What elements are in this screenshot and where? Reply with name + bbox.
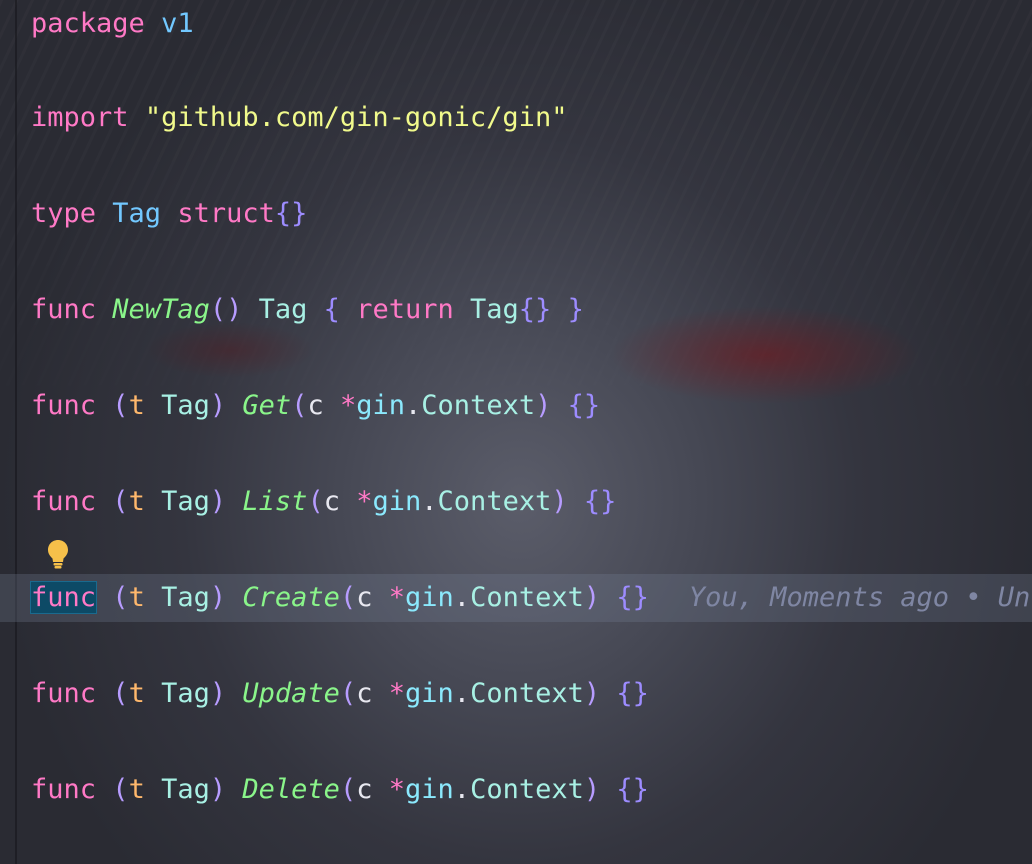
receiver-name: t bbox=[128, 486, 145, 517]
receiver-type: Tag bbox=[161, 582, 210, 613]
package-ref: gin bbox=[372, 486, 422, 517]
keyword-package: package bbox=[31, 8, 145, 39]
code-editor[interactable]: package v1 import "github.com/gin-gonic/… bbox=[0, 0, 1032, 864]
dot: . bbox=[453, 774, 471, 805]
method-name: Delete bbox=[242, 774, 340, 805]
method-name: Update bbox=[242, 678, 340, 709]
receiver-name: t bbox=[128, 678, 145, 709]
pointer-star: * bbox=[388, 774, 406, 805]
keyword-type: type bbox=[31, 198, 97, 229]
pointer-star: * bbox=[388, 678, 406, 709]
keyword-struct: struct bbox=[177, 198, 275, 229]
close-brace: } bbox=[567, 294, 584, 325]
receiver-type: Tag bbox=[161, 486, 210, 517]
receiver-name: t bbox=[128, 390, 145, 421]
arg-type: Context bbox=[437, 486, 552, 517]
function-name: NewTag bbox=[112, 294, 210, 325]
keyword-func: func bbox=[31, 678, 97, 709]
dot: . bbox=[421, 486, 438, 517]
arg-name: c bbox=[307, 390, 324, 421]
code-line-4[interactable]: func NewTag() Tag { return Tag{} } bbox=[0, 286, 1032, 334]
receiver-type: Tag bbox=[161, 678, 210, 709]
arg-name: c bbox=[356, 678, 373, 709]
dot: . bbox=[453, 678, 471, 709]
arg-type: Context bbox=[421, 390, 536, 421]
method-body: {} bbox=[583, 486, 617, 517]
pointer-star: * bbox=[388, 582, 406, 613]
code-line-3[interactable]: type Tag struct{} bbox=[0, 190, 1032, 238]
method-name: List bbox=[242, 486, 308, 517]
keyword-func: func bbox=[31, 774, 97, 805]
open-brace: { bbox=[323, 294, 340, 325]
parens: () bbox=[209, 294, 243, 325]
package-ref: gin bbox=[405, 678, 454, 709]
method-body: {} bbox=[616, 774, 649, 805]
method-body: {} bbox=[616, 678, 649, 709]
code-line-5[interactable]: func (t Tag) Get(c *gin.Context) {} bbox=[0, 382, 1032, 430]
pointer-star: * bbox=[339, 390, 357, 421]
code-line-8[interactable]: func (t Tag) Update(c *gin.Context) {} bbox=[0, 670, 1032, 718]
code-line-7-current[interactable]: func (t Tag) Create(c *gin.Context) {} Yo… bbox=[0, 574, 1032, 622]
keyword-func: func bbox=[31, 294, 97, 325]
receiver-name: t bbox=[128, 582, 145, 613]
git-blame-annotation[interactable]: You, Moments ago • Uncommi bbox=[689, 582, 1032, 613]
package-name: v1 bbox=[161, 8, 194, 39]
arg-type: Context bbox=[470, 582, 584, 613]
method-name: Get bbox=[242, 390, 292, 421]
code-line-6[interactable]: func (t Tag) List(c *gin.Context) {} bbox=[0, 478, 1032, 526]
arg-name: c bbox=[356, 582, 373, 613]
dot: . bbox=[405, 390, 422, 421]
literal-type: Tag bbox=[470, 294, 519, 325]
code-line-2[interactable]: import "github.com/gin-gonic/gin" bbox=[0, 94, 1032, 142]
arg-name: c bbox=[323, 486, 340, 517]
dot: . bbox=[453, 582, 471, 613]
package-ref: gin bbox=[356, 390, 406, 421]
arg-type: Context bbox=[470, 678, 584, 709]
code-line-1[interactable]: package v1 bbox=[0, 0, 1032, 48]
method-body: {} bbox=[616, 582, 649, 613]
pointer-star: * bbox=[356, 486, 373, 517]
return-type: Tag bbox=[258, 294, 308, 325]
receiver-name: t bbox=[128, 774, 145, 805]
method-body: {} bbox=[567, 390, 601, 421]
type-name: Tag bbox=[112, 198, 162, 229]
receiver-type: Tag bbox=[161, 390, 210, 421]
keyword-return: return bbox=[356, 294, 454, 325]
code-line-9[interactable]: func (t Tag) Delete(c *gin.Context) {} bbox=[0, 766, 1032, 814]
keyword-func: func bbox=[31, 486, 97, 517]
struct-braces: {} bbox=[274, 198, 308, 229]
arg-name: c bbox=[356, 774, 373, 805]
arg-type: Context bbox=[470, 774, 584, 805]
literal-braces: {} bbox=[518, 294, 552, 325]
import-path-string: "github.com/gin-gonic/gin" bbox=[144, 102, 568, 133]
keyword-import: import bbox=[31, 102, 129, 133]
keyword-func: func bbox=[31, 390, 97, 421]
package-ref: gin bbox=[405, 582, 454, 613]
lightbulb-icon[interactable] bbox=[47, 539, 69, 569]
method-name: Create bbox=[242, 582, 340, 613]
keyword-func-selected: func bbox=[29, 581, 98, 614]
package-ref: gin bbox=[405, 774, 454, 805]
receiver-type: Tag bbox=[161, 774, 210, 805]
